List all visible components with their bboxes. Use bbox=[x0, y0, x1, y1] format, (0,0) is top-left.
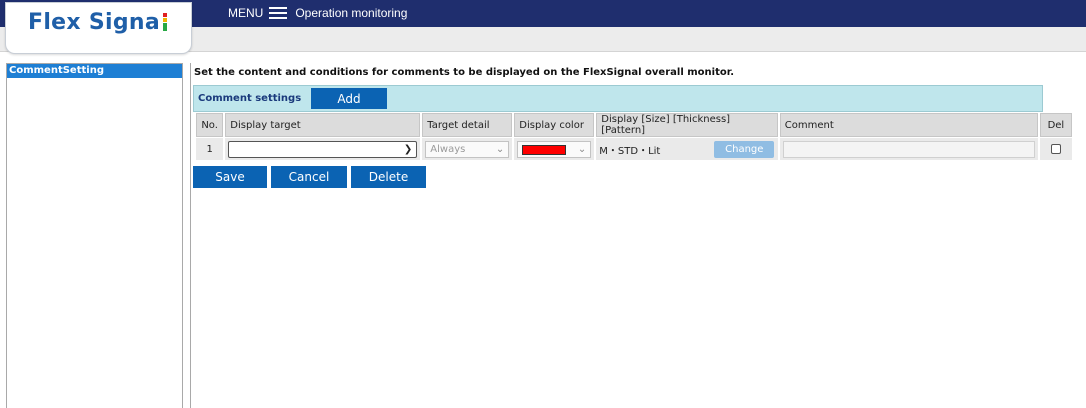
comment-settings-bar: Comment settings Add bbox=[193, 85, 1043, 112]
change-button[interactable]: Change bbox=[714, 140, 775, 158]
comment-settings-label: Comment settings bbox=[198, 93, 302, 104]
display-target-cell: ❯ bbox=[225, 138, 421, 160]
signal-light-icon bbox=[161, 13, 169, 31]
column-header-del: Del bbox=[1039, 113, 1072, 137]
target-detail-select[interactable]: Always ⌄ bbox=[425, 140, 510, 158]
save-button[interactable]: Save bbox=[193, 166, 267, 188]
display-color-cell: ⌄ bbox=[514, 138, 595, 160]
chevron-down-icon: ⌄ bbox=[495, 143, 505, 155]
column-header-display-color: Display color bbox=[514, 113, 595, 137]
main-content: Set the content and conditions for comme… bbox=[190, 63, 1086, 408]
comment-table: No. Display target Target detail Display… bbox=[194, 112, 1074, 161]
logo: Flex Signa bbox=[28, 10, 169, 35]
column-header-display-target: Display target bbox=[225, 113, 421, 137]
table-header-row: No. Display target Target detail Display… bbox=[196, 113, 1072, 137]
page-description: Set the content and conditions for comme… bbox=[194, 67, 735, 78]
target-detail-cell: Always ⌄ bbox=[422, 138, 513, 160]
column-header-no: No. bbox=[196, 113, 224, 137]
comment-cell bbox=[779, 138, 1038, 160]
color-swatch bbox=[522, 144, 567, 155]
menu-label[interactable]: MENU bbox=[228, 6, 263, 20]
delete-checkbox[interactable] bbox=[1050, 144, 1061, 154]
column-header-display-style: Display [Size] [Thickness] [Pattern] bbox=[596, 113, 778, 137]
column-header-target-detail: Target detail bbox=[422, 113, 513, 137]
sidebar: CommentSetting bbox=[6, 63, 183, 408]
display-style-cell: M・STD・Lit Change bbox=[596, 138, 778, 160]
table-row: 1 ❯ Always ⌄ ⌄ M・STD・Lit Change bbox=[196, 138, 1072, 160]
logo-container: Flex Signa bbox=[5, 2, 192, 54]
display-style-value: M・STD・Lit bbox=[599, 145, 661, 157]
sidebar-item-commentsetting[interactable]: CommentSetting bbox=[7, 64, 182, 78]
display-color-select[interactable]: ⌄ bbox=[517, 140, 592, 158]
del-cell bbox=[1039, 138, 1072, 160]
chevron-down-icon: ❯ bbox=[403, 143, 413, 155]
target-detail-value: Always bbox=[430, 143, 466, 155]
chevron-down-icon: ⌄ bbox=[577, 143, 587, 155]
row-number: 1 bbox=[196, 138, 224, 160]
delete-button[interactable]: Delete bbox=[351, 166, 426, 188]
comment-input[interactable] bbox=[782, 140, 1035, 158]
column-header-comment: Comment bbox=[779, 113, 1038, 137]
menu-button[interactable]: MENU Operation monitoring bbox=[228, 6, 407, 20]
add-button[interactable]: Add bbox=[311, 88, 387, 109]
logo-text-main: Flex Sign bbox=[28, 10, 145, 35]
cancel-button[interactable]: Cancel bbox=[271, 166, 347, 188]
logo-text-a: a bbox=[144, 10, 160, 35]
display-target-select[interactable]: ❯ bbox=[228, 140, 418, 158]
page-title: Operation monitoring bbox=[295, 6, 408, 20]
hamburger-icon[interactable] bbox=[269, 7, 288, 19]
form-actions: Save Cancel Delete bbox=[193, 166, 426, 188]
